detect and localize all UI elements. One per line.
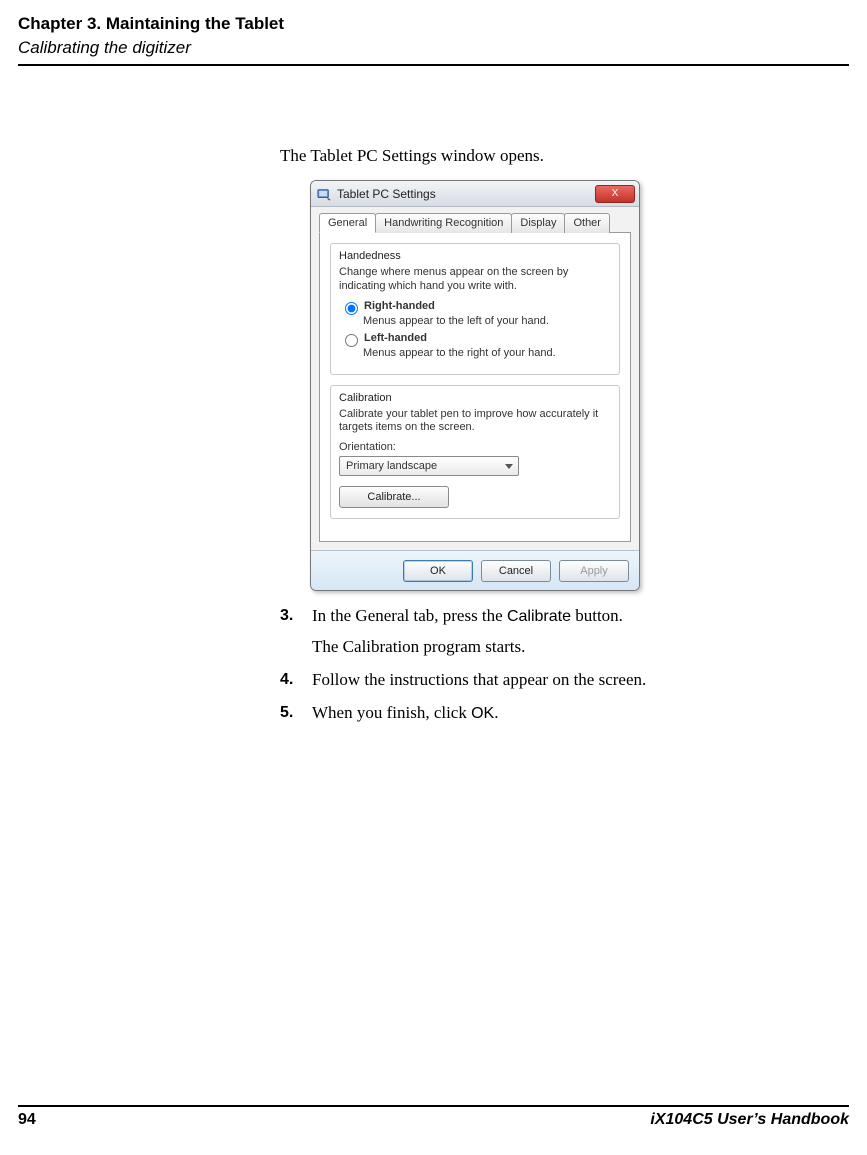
group-handedness-title: Handedness — [339, 250, 611, 262]
orientation-label: Orientation: — [339, 441, 611, 453]
ok-button[interactable]: OK — [403, 560, 473, 582]
page-number: 94 — [18, 1111, 36, 1129]
group-calibration-title: Calibration — [339, 392, 611, 404]
step-3-sub: The Calibration program starts. — [312, 636, 787, 659]
step-4-number: 4. — [280, 669, 312, 692]
section-title: Calibrating the digitizer — [18, 38, 849, 58]
step-4-text: Follow the instructions that appear on t… — [312, 669, 787, 692]
radio-right-handed[interactable] — [345, 302, 358, 315]
tab-display[interactable]: Display — [511, 213, 565, 233]
dialog-titlebar: Tablet PC Settings X — [311, 181, 639, 207]
tablet-pc-settings-dialog: Tablet PC Settings X General Handwriting… — [310, 180, 640, 591]
tab-other[interactable]: Other — [564, 213, 610, 233]
radio-left-handed[interactable] — [345, 334, 358, 347]
close-button[interactable]: X — [595, 185, 635, 203]
tablet-icon — [317, 187, 331, 201]
dialog-footer: OK Cancel Apply — [311, 550, 639, 590]
step-3-number: 3. — [280, 605, 312, 659]
step-5-text-c: . — [494, 703, 498, 722]
footer-rule — [18, 1105, 849, 1107]
tab-handwriting[interactable]: Handwriting Recognition — [375, 213, 512, 233]
chapter-title: Chapter 3. Maintaining the Tablet — [18, 14, 849, 34]
group-calibration-desc: Calibrate your tablet pen to improve how… — [339, 408, 611, 436]
step-3-text-c: button. — [571, 606, 623, 625]
close-icon: X — [612, 188, 619, 199]
radio-left-handed-label: Left-handed — [364, 332, 427, 344]
group-handedness: Handedness Change where menus appear on … — [330, 243, 620, 375]
steps-list: 3. In the General tab, press the Calibra… — [280, 605, 787, 725]
group-handedness-desc: Change where menus appear on the screen … — [339, 266, 611, 294]
radio-left-handed-sub: Menus appear to the right of your hand. — [363, 347, 611, 359]
group-calibration: Calibration Calibrate your tablet pen to… — [330, 385, 620, 520]
step-5: 5. When you finish, click OK. — [280, 702, 787, 725]
tab-panel-general: Handedness Change where menus appear on … — [319, 232, 631, 542]
step-5-number: 5. — [280, 702, 312, 725]
step-4: 4. Follow the instructions that appear o… — [280, 669, 787, 692]
dialog-title: Tablet PC Settings — [337, 187, 595, 201]
dialog-tabs: General Handwriting Recognition Display … — [319, 213, 631, 233]
step-3: 3. In the General tab, press the Calibra… — [280, 605, 787, 659]
radio-right-handed-label: Right-handed — [364, 300, 435, 312]
step-3-calibrate-label: Calibrate — [507, 608, 571, 625]
page-footer: 94 iX104C5 User’s Handbook — [18, 1105, 849, 1129]
step-3-text-a: In the General tab, press the — [312, 606, 507, 625]
radio-right-handed-sub: Menus appear to the left of your hand. — [363, 315, 611, 327]
orientation-value: Primary landscape — [346, 460, 437, 472]
step-5-ok-label: OK — [471, 705, 494, 722]
cancel-button[interactable]: Cancel — [481, 560, 551, 582]
book-title: iX104C5 User’s Handbook — [650, 1111, 849, 1129]
tab-general[interactable]: General — [319, 213, 376, 233]
apply-button[interactable]: Apply — [559, 560, 629, 582]
intro-text: The Tablet PC Settings window opens. — [280, 146, 787, 166]
step-5-text-a: When you finish, click — [312, 703, 471, 722]
orientation-select[interactable]: Primary landscape — [339, 456, 519, 476]
calibrate-button[interactable]: Calibrate... — [339, 486, 449, 508]
